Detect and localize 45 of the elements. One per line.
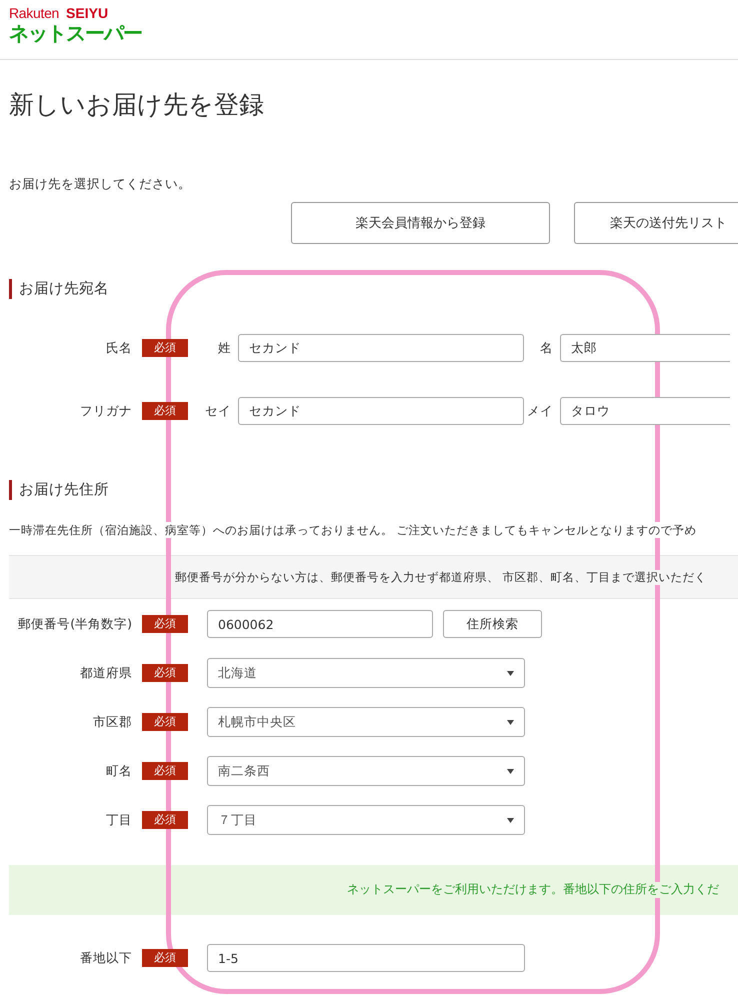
- sub-label: メイ: [526, 402, 553, 420]
- select-field[interactable]: ７丁目: [207, 805, 525, 835]
- field-label: フリガナ: [79, 402, 132, 420]
- sub-label: 名: [539, 340, 553, 356]
- required-badge: 必須: [142, 949, 188, 967]
- field-label: 氏名: [105, 340, 132, 356]
- required-badge: 必須: [142, 615, 188, 633]
- logo-brand: Rakuten: [9, 5, 60, 21]
- select-field[interactable]: 北海道: [207, 658, 525, 688]
- required-badge: 必須: [142, 811, 188, 829]
- caret-icon: [507, 818, 514, 822]
- field-label: 丁目: [105, 812, 132, 828]
- address-search-button[interactable]: 住所検索: [443, 610, 542, 638]
- register-source-button[interactable]: 楽天の送付先リスト: [574, 202, 738, 244]
- instruction-text: お届け先を選択してください。: [9, 176, 192, 192]
- postal-code-input[interactable]: 0600062: [207, 610, 433, 638]
- text-input[interactable]: 1-5: [207, 944, 525, 972]
- field-label: 市区郡: [92, 714, 132, 730]
- required-badge: 必須: [142, 762, 188, 780]
- required-badge: 必須: [142, 339, 188, 357]
- register-source-button[interactable]: 楽天会員情報から登録: [291, 202, 550, 244]
- field-label: 番地以下: [79, 950, 132, 966]
- page-title: 新しいお届け先を登録: [9, 89, 265, 121]
- section-heading: お届け先住所: [9, 480, 738, 500]
- text-input[interactable]: タロウ: [560, 397, 730, 425]
- sub-label: 姓: [217, 340, 231, 356]
- logo-store: SEIYU: [66, 5, 108, 21]
- field-label: 都道府県: [79, 664, 132, 682]
- caret-icon: [507, 720, 514, 724]
- sub-label: セイ: [204, 402, 231, 420]
- required-badge: 必須: [142, 402, 188, 420]
- required-badge: 必須: [142, 713, 188, 731]
- text-input[interactable]: 太郎: [560, 334, 730, 362]
- select-field[interactable]: 札幌市中央区: [207, 707, 525, 737]
- logo-service: ネットスーパー: [9, 21, 142, 45]
- field-label: 郵便番号(半角数字): [17, 616, 132, 632]
- select-field[interactable]: 南二条西: [207, 756, 525, 786]
- section-heading: お届け先宛名: [9, 279, 738, 299]
- status-text: ネットスーパーをご利用いただけます。番地以下の住所をご入力くだ: [347, 882, 719, 898]
- caret-icon: [507, 768, 514, 774]
- field-label: 町名: [105, 762, 132, 780]
- caret-icon: [507, 670, 514, 676]
- text-input[interactable]: セカンド: [238, 334, 524, 362]
- required-badge: 必須: [142, 664, 188, 682]
- text-input[interactable]: セカンド: [238, 397, 524, 425]
